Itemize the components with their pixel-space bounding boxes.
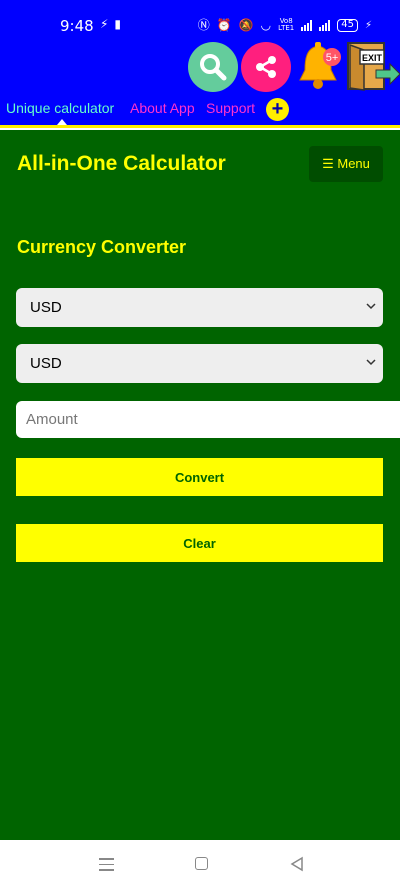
chevron-down-icon <box>366 303 376 310</box>
search-button[interactable] <box>188 42 238 92</box>
share-button[interactable] <box>241 42 291 92</box>
exit-button[interactable]: EXIT <box>346 40 400 94</box>
exit-icon: EXIT <box>347 42 400 91</box>
notifications-button[interactable]: 5+ <box>296 40 344 94</box>
system-nav-bar <box>0 840 400 889</box>
mute-icon: 🔕 <box>238 18 254 32</box>
app-content: All-in-One Calculator ☰ Menu Currency Co… <box>0 130 400 840</box>
network-label: Vo8 LTE1 <box>278 17 295 32</box>
tab-support[interactable]: Support <box>206 100 255 116</box>
battery-icon: 45 <box>337 18 358 32</box>
amount-input[interactable] <box>16 401 400 438</box>
wifi-icon: ◡ <box>260 18 272 32</box>
tab-unique-calculator[interactable]: Unique calculator <box>6 100 114 116</box>
section-title: Currency Converter <box>17 237 187 257</box>
to-currency-value: USD <box>30 355 62 372</box>
tab-underline <box>0 125 400 128</box>
from-currency-select[interactable]: USD <box>16 288 383 327</box>
signal-icon <box>301 19 313 31</box>
tab-about-app[interactable]: About App <box>130 100 195 116</box>
from-currency-value: USD <box>30 299 62 316</box>
charging-icon: ⚡ <box>364 19 372 31</box>
status-icons: Ⓝ ⏰ 🔕 ◡ Vo8 LTE1 45 ⚡ <box>198 18 372 32</box>
clear-button[interactable]: Clear <box>16 524 383 562</box>
chevron-down-icon <box>366 359 376 366</box>
page-title: All-in-One Calculator <box>17 152 226 175</box>
add-tab-button[interactable]: + <box>266 98 289 121</box>
signal-icon-2 <box>319 19 331 31</box>
convert-button[interactable]: Convert <box>16 458 383 496</box>
alarm-icon: ⏰ <box>216 18 232 32</box>
nfc-icon: Ⓝ <box>197 18 210 32</box>
svg-text:5+: 5+ <box>326 52 339 64</box>
search-icon <box>200 54 227 81</box>
back-icon[interactable] <box>290 856 304 872</box>
home-icon[interactable] <box>195 857 208 870</box>
bell-icon: 5+ <box>299 42 341 89</box>
tab-bar: Unique calculator About App Support + <box>0 98 400 128</box>
status-bar: 9:48 ⚡▮ Ⓝ ⏰ 🔕 ◡ Vo8 LTE1 45 ⚡ <box>0 0 400 40</box>
recents-icon[interactable] <box>99 858 114 875</box>
svg-text:EXIT: EXIT <box>362 53 383 63</box>
menu-button[interactable]: ☰ Menu <box>309 146 383 182</box>
share-icon <box>256 56 276 78</box>
to-currency-select[interactable]: USD <box>16 344 383 383</box>
status-time: 9:48 <box>60 17 94 35</box>
notification-icons: ⚡▮ <box>100 17 128 31</box>
